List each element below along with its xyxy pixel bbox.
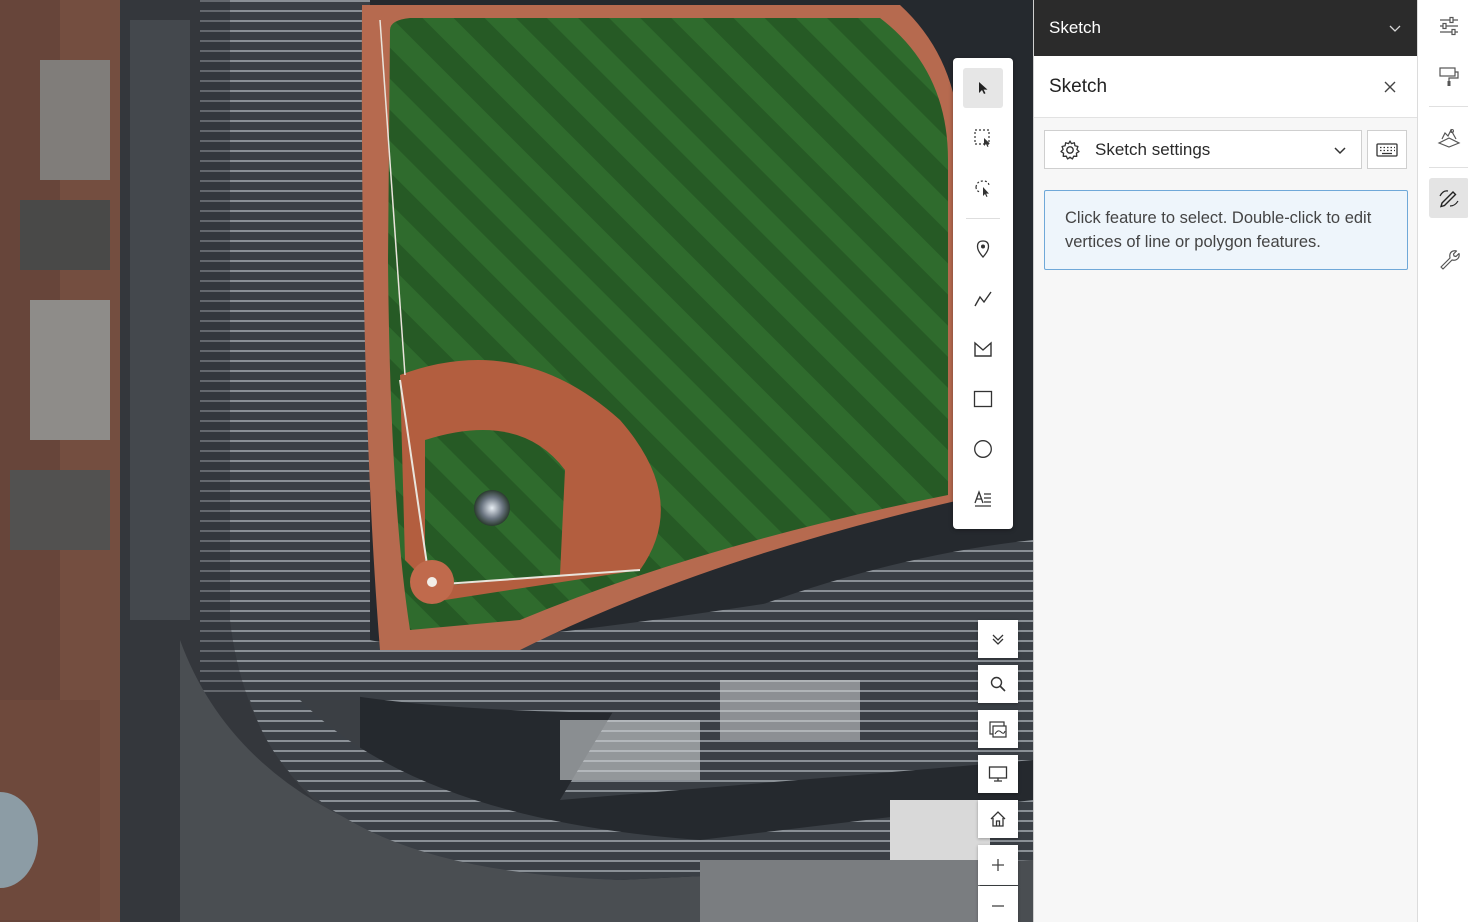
- action-map-layers[interactable]: [1429, 117, 1468, 157]
- search-icon: [990, 676, 1006, 692]
- home-button[interactable]: [978, 800, 1018, 838]
- circle-tool[interactable]: [963, 429, 1003, 469]
- sketch-toolbar: [953, 58, 1013, 529]
- action-layer-style[interactable]: [1429, 56, 1468, 96]
- wrench-icon: [1440, 250, 1460, 270]
- zoom-out-button[interactable]: [978, 886, 1018, 922]
- action-bar: [1417, 0, 1468, 922]
- presentation-icon: [988, 766, 1008, 782]
- chevron-down-icon[interactable]: [1388, 21, 1402, 35]
- map-layers-icon: [1437, 128, 1461, 148]
- home-icon: [990, 811, 1006, 827]
- collapse-icon: [992, 634, 1004, 645]
- text-tool[interactable]: [963, 479, 1003, 519]
- panel-header[interactable]: Sketch: [1034, 0, 1417, 56]
- map-view[interactable]: [0, 0, 1033, 922]
- zoom-in-icon: [992, 859, 1004, 871]
- polyline-icon: [974, 291, 992, 307]
- action-tools[interactable]: [1429, 239, 1468, 279]
- polygon-icon: [974, 341, 992, 357]
- sketch-widget-header: Sketch: [1034, 56, 1417, 118]
- sketch-icon: [1439, 190, 1459, 208]
- point-pin-icon: [976, 240, 990, 258]
- action-sketch[interactable]: [1429, 178, 1468, 218]
- select-cursor-icon: [979, 82, 988, 94]
- action-separator: [1429, 106, 1468, 107]
- action-adjust[interactable]: [1429, 6, 1468, 46]
- zoom-out-icon: [992, 905, 1004, 907]
- adjust-sliders-icon: [1440, 16, 1458, 36]
- rectangle-select-tool[interactable]: [963, 118, 1003, 158]
- select-tool[interactable]: [963, 68, 1003, 108]
- sketch-settings-label: Sketch settings: [1095, 139, 1211, 159]
- point-tool[interactable]: [963, 229, 1003, 269]
- close-button[interactable]: [1378, 75, 1402, 99]
- presentation-button[interactable]: [978, 755, 1018, 793]
- lasso-select-icon: [975, 180, 990, 197]
- polygon-tool[interactable]: [963, 329, 1003, 369]
- polyline-tool[interactable]: [963, 279, 1003, 319]
- rectangle-select-icon: [974, 129, 990, 147]
- collapse-button[interactable]: [978, 620, 1018, 658]
- layer-style-icon: [1439, 67, 1459, 86]
- action-separator: [1429, 167, 1468, 168]
- rectangle-tool[interactable]: [963, 379, 1003, 419]
- keyboard-shortcuts-button[interactable]: [1367, 130, 1407, 169]
- search-button[interactable]: [978, 665, 1018, 703]
- sketch-settings-dropdown[interactable]: Sketch settings: [1044, 130, 1362, 169]
- basemap-gallery-icon: [989, 721, 1007, 738]
- panel-header-title: Sketch: [1049, 18, 1101, 37]
- circle-icon: [974, 440, 992, 458]
- settings-row: Sketch settings: [1044, 130, 1407, 169]
- sketch-instructions-notice: Click feature to select. Double-click to…: [1044, 190, 1408, 270]
- sketch-widget-title: Sketch: [1049, 75, 1108, 97]
- close-icon: [1384, 81, 1396, 92]
- rectangle-icon: [973, 390, 993, 408]
- side-panel: Sketch Sketch Sketch settings Click feat…: [1033, 0, 1417, 922]
- tool-separator: [966, 218, 1000, 219]
- satellite-imagery: [0, 0, 1033, 922]
- keyboard-icon: [1376, 142, 1398, 157]
- basemap-gallery-button[interactable]: [978, 710, 1018, 748]
- gear-icon: [1060, 139, 1080, 160]
- zoom-in-button[interactable]: [978, 845, 1018, 885]
- text-icon: [974, 490, 991, 507]
- chevron-down-icon: [1334, 146, 1346, 154]
- lasso-select-tool[interactable]: [963, 168, 1003, 208]
